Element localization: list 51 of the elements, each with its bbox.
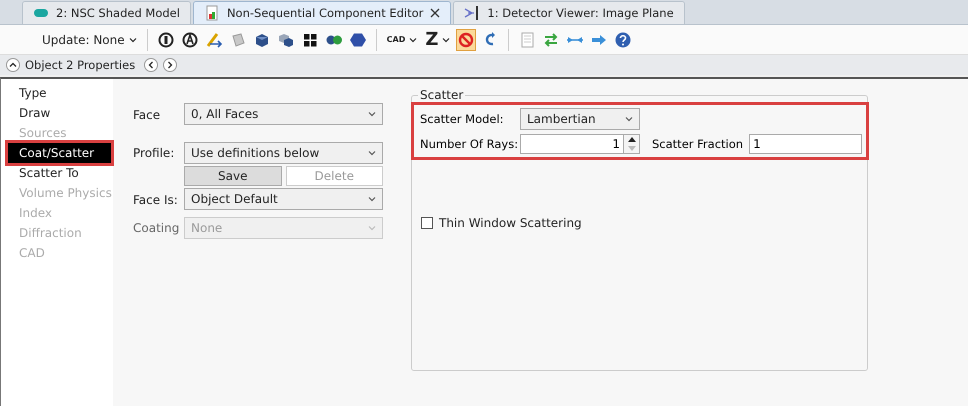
pencil-ray-icon[interactable] [204,30,223,48]
caret-icon [409,36,418,42]
chevron-right-icon[interactable] [163,58,178,72]
detector-icon [464,5,480,21]
dropdown[interactable]: Use definitions below [184,142,383,164]
field-label: Number Of Rays: [420,137,520,151]
field-label: Profile: [133,145,176,162]
tab[interactable]: 2: NSC Shaded Model [22,1,191,24]
dropdown[interactable]: 0, All Faces [184,103,383,125]
checkbox[interactable] [421,217,433,229]
field-label: Face [133,107,162,124]
hexagon-icon[interactable] [348,30,367,48]
tab[interactable]: 1: Detector Viewer: Image Plane [453,1,685,24]
caret-icon [368,225,376,231]
field-label: Scatter Fraction [652,137,744,151]
input-field[interactable]: 1 [520,134,624,154]
prohibited-icon [458,32,474,48]
spin-button[interactable] [624,134,640,154]
caret-icon [368,111,376,117]
sidebar-item[interactable]: Coat/Scatter [8,143,111,163]
collapse-icon[interactable] [6,58,20,72]
sidebar-item[interactable]: Scatter To [1,163,113,183]
input-field[interactable]: 1 [749,134,862,154]
z-dropdown[interactable]: Z [423,27,452,52]
chevron-left-icon[interactable] [144,58,158,72]
panel-title: Object 2 Properties [25,58,136,72]
help-icon[interactable] [614,30,632,48]
refresh-a-icon[interactable] [180,30,199,48]
group-title: Scatter [418,88,466,102]
dropdown[interactable]: Object Default [184,188,383,210]
caret-icon [368,150,376,156]
caret-icon [128,36,137,42]
refresh-one-icon[interactable] [156,30,175,48]
close-icon[interactable] [430,8,440,18]
caret-icon [625,116,633,122]
cad-dropdown[interactable]: CAD [384,33,420,46]
update-dropdown[interactable]: Update: None [40,30,139,48]
field-label: Face Is: [133,192,179,209]
dropdown[interactable]: Lambertian [520,108,640,130]
field-label: Coating [133,220,180,237]
checkbox-label: Thin Window Scattering [439,216,582,230]
profile-button[interactable]: Save [184,166,282,186]
sidebar-item[interactable]: Type [1,83,113,103]
up-arrow-icon[interactable] [628,137,636,142]
caret-icon [368,196,376,202]
field-label: Scatter Model: [420,112,505,126]
sidebar-item[interactable]: Draw [1,103,113,123]
tab[interactable]: Non-Sequential Component Editor [192,1,452,24]
ignore-toggle[interactable] [456,28,476,50]
caret-icon [442,36,450,42]
document-chart-icon [204,5,220,21]
